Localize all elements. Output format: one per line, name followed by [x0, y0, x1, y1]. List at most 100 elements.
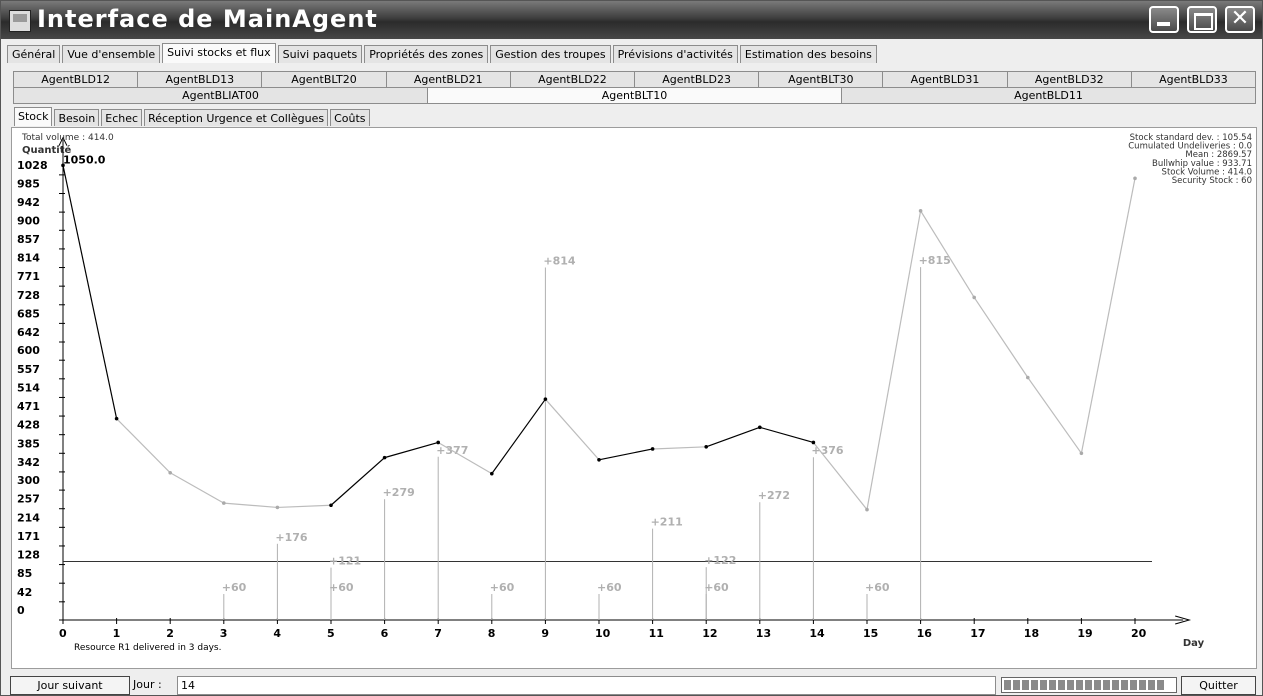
bottom-bar: Jour suivant Jour : 14 Quitter: [1, 674, 1262, 696]
tab-agentbliat00[interactable]: AgentBLIAT00: [13, 87, 428, 104]
start-value-label: 1050.0: [63, 153, 106, 166]
stock-point: [1079, 451, 1084, 456]
delivery-label: +60: [222, 581, 247, 594]
tab-agentbld33[interactable]: AgentBLD33: [1130, 71, 1257, 88]
stock-point: [275, 505, 280, 510]
stock-segment: [598, 448, 653, 461]
delivery-note: Resource R1 delivered in 3 days.: [74, 643, 221, 653]
stock-point: [168, 470, 172, 475]
y-tick-label: 42: [17, 586, 32, 599]
tab-agentbld31[interactable]: AgentBLD31: [882, 71, 1008, 88]
stock-point: [329, 503, 333, 508]
stock-point: [704, 445, 708, 449]
x-tick-label: 18: [1024, 627, 1039, 640]
x-tick-label: 1: [113, 627, 121, 640]
x-tick-label: 14: [809, 627, 825, 640]
close-button[interactable]: ✕: [1225, 6, 1255, 33]
y-tick-label: 471: [17, 400, 40, 413]
tab-agentbld22[interactable]: AgentBLD22: [509, 71, 636, 88]
y-tick-label: 514: [17, 381, 40, 394]
stock-point: [543, 397, 548, 401]
maximize-button[interactable]: [1187, 6, 1217, 33]
delivery-label: +60: [490, 581, 515, 594]
y-tick-label: 128: [17, 549, 40, 562]
next-day-button[interactable]: Jour suivant: [10, 676, 130, 695]
tab-besoin[interactable]: Besoin: [54, 109, 100, 126]
stock-point: [597, 457, 601, 462]
delivery-label: +122: [704, 554, 736, 567]
x-tick-label: 12: [702, 627, 717, 640]
x-tick-label: 5: [327, 627, 335, 640]
tab-suivi-paquets[interactable]: Suivi paquets: [277, 45, 363, 63]
tab-estimation-des-besoins[interactable]: Estimation des besoins: [739, 45, 877, 63]
chart-panel: Quantité Day Total volume : 414.0 Resource …: [11, 127, 1257, 669]
stock-point: [114, 416, 119, 421]
tab-gestion-des-troupes[interactable]: Gestion des troupes: [490, 45, 611, 63]
delivery-label: +272: [758, 489, 790, 502]
x-tick-label: 15: [863, 627, 878, 640]
tab-agentbld32[interactable]: AgentBLD32: [1006, 71, 1132, 88]
stock-segment: [169, 472, 225, 504]
main-tabbar: Général Vue d'ensemble Suivi stocks et flu…: [7, 43, 879, 63]
y-tick-label: 557: [17, 363, 40, 376]
day-field[interactable]: 14: [177, 676, 996, 695]
stock-chart: QuantitéDayTotal volume : 414.0Resource …: [17, 133, 1252, 653]
y-tick-label: 0: [17, 604, 25, 617]
x-tick-label: 2: [166, 627, 174, 640]
y-tick-label: 857: [17, 233, 40, 246]
tab-agentbld11[interactable]: AgentBLD11: [841, 87, 1256, 104]
tab-suivi-stocks-et-flux[interactable]: Suivi stocks et flux: [162, 43, 276, 63]
minimize-button[interactable]: [1149, 6, 1179, 33]
stock-point: [650, 447, 655, 451]
x-tick-label: 16: [917, 627, 933, 640]
y-tick-label: 214: [17, 511, 40, 524]
y-tick-label: 814: [17, 252, 40, 265]
tab-reception-urgence-et-collegues[interactable]: Réception Urgence et Collègues: [144, 109, 329, 126]
tab-agentblt30[interactable]: AgentBLT30: [758, 71, 884, 88]
stock-segment: [116, 418, 171, 474]
x-tick-label: 11: [649, 627, 664, 640]
tab-vue-d-ensemble[interactable]: Vue d'ensemble: [62, 45, 161, 63]
stock-point: [811, 440, 816, 445]
tab-general[interactable]: Général: [7, 45, 61, 63]
delivery-label: +60: [865, 581, 890, 594]
tab-agentbld21[interactable]: AgentBLD21: [385, 71, 511, 88]
day-label: Jour :: [133, 678, 162, 691]
stock-segment: [866, 210, 922, 510]
stock-point: [490, 471, 494, 476]
tab-couts[interactable]: Coûts: [330, 109, 370, 126]
stock-segment: [1080, 178, 1136, 454]
x-tick-label: 19: [1077, 627, 1092, 640]
tab-proprietes-des-zones[interactable]: Propriétés des zones: [364, 45, 489, 63]
y-tick-label: 985: [17, 177, 40, 190]
stat-line: Security Stock : 60: [1172, 176, 1252, 186]
stock-point: [972, 295, 976, 300]
tab-agentblt10[interactable]: AgentBLT10: [427, 87, 842, 104]
progress-fill: [1004, 680, 1166, 690]
delivery-label: +815: [919, 254, 951, 267]
stock-segment: [973, 297, 1029, 378]
stock-segment: [277, 504, 332, 509]
tab-agentbld23[interactable]: AgentBLD23: [634, 71, 760, 88]
stock-point: [222, 501, 226, 505]
stock-segment: [384, 441, 439, 459]
delivery-label: +814: [543, 255, 576, 268]
tab-echec[interactable]: Echec: [101, 109, 143, 126]
tab-stock[interactable]: Stock: [14, 107, 53, 126]
stock-point: [382, 455, 387, 460]
delivery-label: +60: [704, 581, 729, 594]
tab-agentbld13[interactable]: AgentBLD13: [137, 71, 263, 88]
quit-button[interactable]: Quitter: [1181, 676, 1256, 695]
y-tick-label: 257: [17, 493, 40, 506]
stock-segment: [705, 426, 761, 448]
tab-agentbld12[interactable]: AgentBLD12: [13, 71, 139, 88]
java-app-icon: [9, 10, 31, 32]
x-tick-label: 10: [595, 627, 611, 640]
x-tick-label: 13: [756, 627, 771, 640]
x-tick-label: 6: [381, 627, 389, 640]
sub-tabbar: Stock Besoin Echec Réception Urgence et Col…: [14, 107, 372, 126]
tab-agentblt20[interactable]: AgentBLT20: [261, 71, 387, 88]
title-bar[interactable]: Interface de MainAgent ✕: [1, 1, 1262, 39]
delivery-label: +211: [651, 516, 683, 529]
tab-previsions-d-activites[interactable]: Prévisions d'activités: [612, 45, 738, 63]
